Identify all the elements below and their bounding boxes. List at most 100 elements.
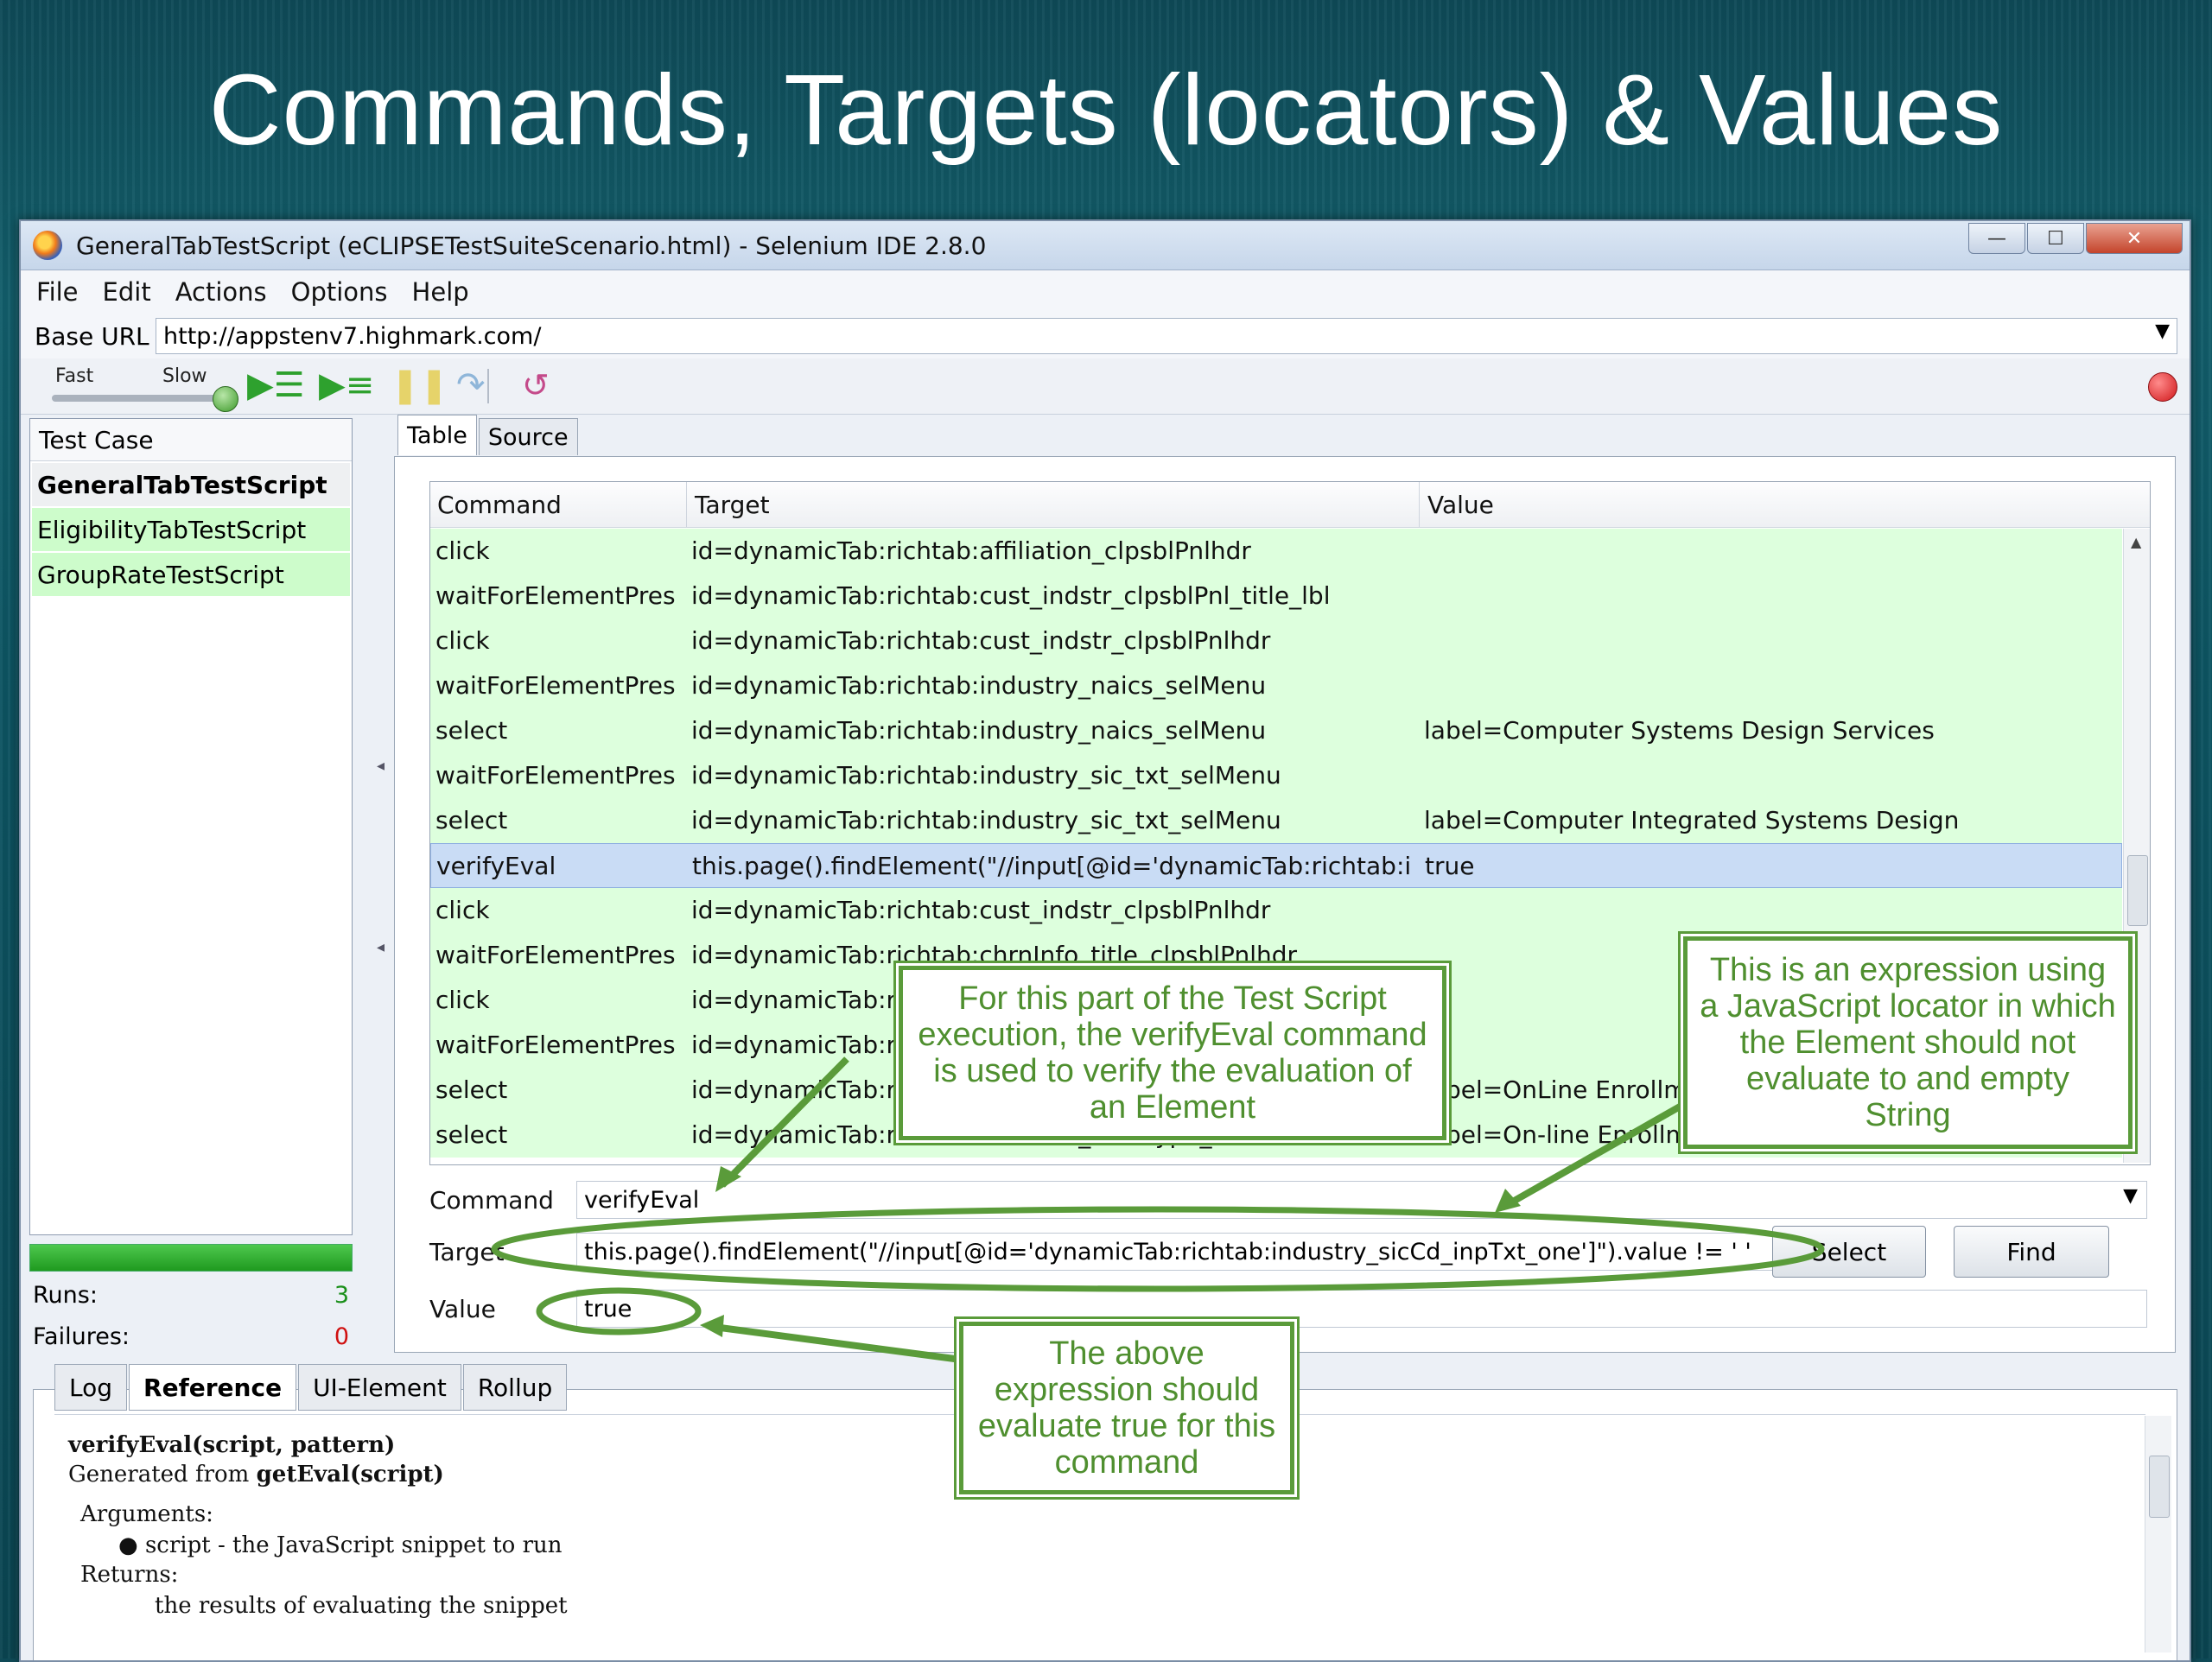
menu-edit[interactable]: Edit	[103, 277, 151, 307]
tab-table[interactable]: Table	[397, 415, 477, 455]
reference-arguments-label: Arguments:	[80, 1501, 213, 1527]
row-target: id=dynamicTab:richtab:cust_indstr_clpsbl…	[691, 896, 1271, 924]
runs-count: 3	[334, 1282, 349, 1309]
dropdown-arrow-icon[interactable]: ▼	[2123, 1185, 2138, 1207]
dropdown-arrow-icon[interactable]: ▼	[2155, 320, 2170, 342]
table-row[interactable]: waitForElementPres... id=dynamicTab:richt…	[430, 574, 2122, 618]
row-target: id=dynamicTab:richtab:industry_sic_txt_s…	[691, 806, 1281, 834]
table-row[interactable]: waitForElementPres... id=dynamicTab:richt…	[430, 753, 2122, 798]
window-title: GeneralTabTestScript (eCLIPSETestSuiteSc…	[76, 231, 987, 260]
speed-slider-track[interactable]	[52, 395, 225, 402]
table-tab-content: Command Target Value click id=dynamicTab:…	[394, 456, 2176, 1353]
row-command: waitForElementPres...	[435, 941, 677, 969]
table-row[interactable]: select id=dynamicTab:richtab:industry_sic…	[430, 798, 2122, 843]
step-icon[interactable]: ↷	[456, 365, 486, 405]
editor-panel: Table Source Command Target Value click i…	[394, 415, 2183, 1353]
row-target: id=dynamicTab:richtab:cust_indstr_clpsbl…	[691, 626, 1271, 655]
title-bar: GeneralTabTestScript (eCLIPSETestSuiteSc…	[21, 221, 2190, 270]
tab-rollup[interactable]: Rollup	[462, 1364, 568, 1411]
row-value: label=Computer Systems Design Services	[1424, 716, 1935, 745]
table-row[interactable]: waitForElementPres... id=dynamicTab:richt…	[430, 663, 2122, 708]
scroll-up-icon[interactable]: ▲	[2131, 534, 2141, 550]
menu-bar: File Edit Actions Options Help	[21, 270, 2190, 314]
row-command: click	[435, 536, 490, 565]
column-header-command[interactable]: Command	[437, 482, 562, 527]
pause-icon[interactable]: ❚❚	[391, 365, 448, 405]
row-command: click	[435, 986, 490, 1014]
row-value	[1424, 618, 2098, 663]
base-url-value: http://appstenv7.highmark.com/	[163, 322, 542, 350]
target-input[interactable]: this.page().findElement("//input[@id='dy…	[576, 1233, 1793, 1271]
base-url-input[interactable]: http://appstenv7.highmark.com/ ▼	[156, 318, 2177, 354]
menu-file[interactable]: File	[36, 277, 79, 307]
panel-splitter[interactable]: ◂ ◂	[377, 757, 385, 956]
table-row[interactable]: verifyEval this.page().findElement("//inp…	[430, 843, 2122, 888]
menu-actions[interactable]: Actions	[175, 277, 267, 307]
play-current-icon[interactable]: ▶≡	[319, 365, 374, 405]
tab-ui-element[interactable]: UI-Element	[298, 1364, 461, 1411]
test-case-item[interactable]: EligibilityTabTestScript	[32, 508, 350, 551]
test-case-item[interactable]: GroupRateTestScript	[32, 553, 350, 596]
row-target: id=dynamicTab:richtab:industry_sic_txt_s…	[691, 761, 1281, 790]
play-all-icon[interactable]: ▶☰	[247, 365, 305, 405]
table-row[interactable]: click id=dynamicTab:richtab:affiliation_c…	[430, 529, 2122, 574]
table-row[interactable]: click id=dynamicTab:richtab:cust_indstr_c…	[430, 618, 2122, 663]
table-row[interactable]: click id=dynamicTab:richtab:cust_indstr_c…	[430, 888, 2122, 933]
command-value: verifyEval	[584, 1186, 700, 1214]
close-button[interactable]: ✕	[2086, 223, 2183, 254]
row-command: waitForElementPres...	[435, 581, 677, 610]
row-command: select	[435, 1120, 508, 1149]
row-target: this.page().findElement("//input[@id='dy…	[692, 852, 1409, 880]
window-controls: — ☐ ✕	[1967, 223, 2183, 254]
row-value	[1424, 529, 2098, 574]
row-value: label=Computer Integrated Systems Design	[1424, 806, 1960, 834]
scrollbar-thumb[interactable]	[2149, 1456, 2170, 1518]
row-value	[1424, 574, 2098, 618]
reference-generated: Generated from getEval(script)	[68, 1462, 444, 1488]
reference-argument: ● script - the JavaScript snippet to run	[118, 1532, 563, 1558]
base-url-bar: Base URL http://appstenv7.highmark.com/ …	[21, 314, 2190, 358]
firefox-icon	[33, 231, 62, 260]
target-value: this.page().findElement("//input[@id='dy…	[584, 1238, 1751, 1266]
column-header-target[interactable]: Target	[695, 482, 770, 527]
test-case-item[interactable]: GeneralTabTestScript	[32, 463, 350, 506]
row-value	[1424, 888, 2098, 933]
row-target: id=dynamicTab:richtab:cust_indstr_clpsbl…	[691, 581, 1331, 610]
select-button[interactable]: Select	[1772, 1226, 1926, 1278]
run-progress-bar	[29, 1244, 353, 1272]
tab-source[interactable]: Source	[478, 418, 578, 455]
command-field-row: Command verifyEval ▼	[429, 1181, 2149, 1219]
command-input[interactable]: verifyEval ▼	[576, 1181, 2147, 1219]
minimize-button[interactable]: —	[1968, 223, 2025, 254]
menu-help[interactable]: Help	[412, 277, 469, 307]
reference-generated-from: getEval(script)	[256, 1462, 444, 1488]
column-divider	[686, 482, 687, 527]
speed-slider-handle[interactable]	[213, 386, 238, 412]
column-header-value[interactable]: Value	[1427, 482, 1494, 527]
callout-expression: This is an expression using a JavaScript…	[1683, 936, 2133, 1149]
value-input[interactable]: true	[576, 1290, 2147, 1328]
slide-title: Commands, Targets (locators) & Values	[208, 54, 2004, 166]
row-value	[1424, 663, 2098, 708]
base-url-label: Base URL	[35, 321, 149, 351]
menu-options[interactable]: Options	[291, 277, 388, 307]
row-target: id=dynamicTab:richtab:industry_naics_sel…	[691, 716, 1267, 745]
row-command: select	[435, 1075, 508, 1104]
reference-returns: the results of evaluating the snippet	[155, 1593, 568, 1619]
record-icon[interactable]	[2148, 372, 2177, 402]
tab-reference[interactable]: Reference	[129, 1364, 297, 1411]
row-command: select	[435, 716, 508, 745]
editor-tabs: Table Source	[397, 415, 580, 455]
table-header	[430, 482, 2150, 528]
scrollbar-thumb[interactable]	[2127, 855, 2148, 926]
table-row[interactable]: select id=dynamicTab:richtab:industry_nai…	[430, 708, 2122, 753]
reference-scrollbar[interactable]	[2145, 1416, 2171, 1652]
speed-fast-label: Fast	[55, 365, 94, 387]
tab-log[interactable]: Log	[54, 1364, 128, 1411]
row-command: waitForElementPres...	[435, 1031, 677, 1059]
maximize-button[interactable]: ☐	[2027, 223, 2084, 254]
reference-signature: verifyEval(script, pattern)	[68, 1432, 396, 1458]
rollup-icon[interactable]: ↺	[522, 365, 550, 405]
find-button[interactable]: Find	[1954, 1226, 2109, 1278]
row-value	[1424, 753, 2098, 798]
